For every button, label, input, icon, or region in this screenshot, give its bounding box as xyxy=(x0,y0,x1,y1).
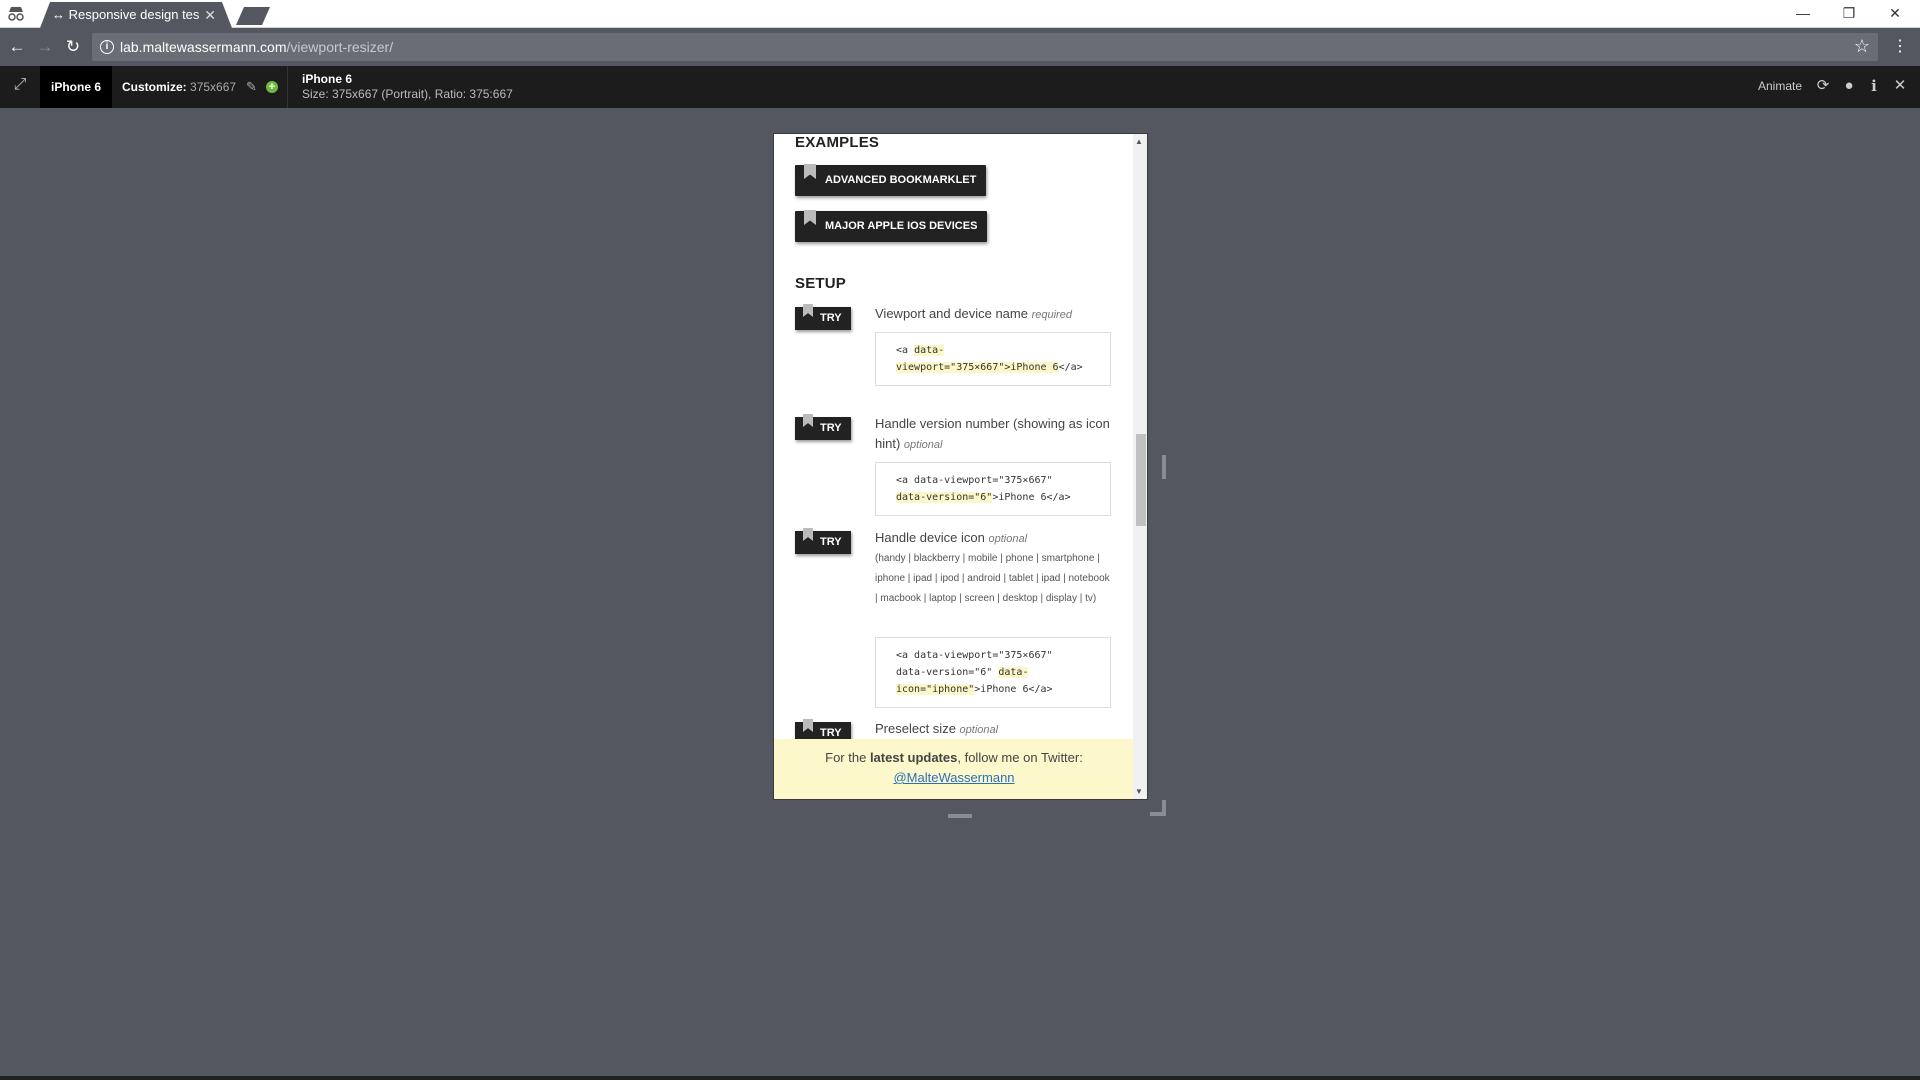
examples-heading: EXAMPLES xyxy=(795,134,880,151)
tab-strip: ↔ Responsive design tes ✕ — ❐ ✕ xyxy=(0,0,1920,28)
advanced-bookmarklet-button[interactable]: ADVANCED BOOKMARKLET xyxy=(795,164,987,196)
tab-title: ↔ Responsive design tes xyxy=(52,7,200,22)
row-title-preselect-size: Preselect size optional xyxy=(875,721,999,736)
bookmark-icon xyxy=(803,304,813,317)
try-button[interactable]: TRY xyxy=(795,414,851,440)
animate-toggle[interactable]: Animate xyxy=(1758,79,1802,93)
new-tab-button[interactable] xyxy=(236,7,270,25)
device-info-size: Size: 375x667 (Portrait), Ratio: 375:667 xyxy=(302,87,513,101)
device-button-iphone6[interactable]: iPhone 6 xyxy=(40,66,112,108)
icon-options-list: (handy | blackberry | mobile | phone | s… xyxy=(875,553,1110,604)
bookmark-star-icon[interactable]: ☆ xyxy=(1854,36,1870,57)
twitter-link[interactable]: @MalteWassermann xyxy=(893,770,1014,785)
tab-responsive-design[interactable]: ↔ Responsive design tes ✕ xyxy=(40,2,232,28)
url-text: lab.maltewassermann.com/viewport-resizer… xyxy=(120,39,394,55)
incognito-icon xyxy=(6,6,26,22)
rotate-icon[interactable]: ⟳ xyxy=(1813,76,1833,96)
pencil-icon[interactable]: ✎ xyxy=(246,66,257,108)
row-title-device-icon: Handle device icon optional xyxy=(875,530,1028,545)
minimize-button[interactable]: — xyxy=(1780,0,1826,28)
scrollbar-thumb[interactable] xyxy=(1136,434,1146,526)
code-sample: <a data-viewport="375×667">iPhone 6</a> xyxy=(875,332,1111,386)
customize-control[interactable]: Customize: 375x667 ✎ + xyxy=(112,66,288,108)
try-button[interactable]: TRY xyxy=(795,304,851,330)
twitter-text: For the latest updates, follow me on Twi… xyxy=(825,750,1083,765)
expand-icon[interactable]: ⤢ xyxy=(8,76,32,98)
device-info: iPhone 6 Size: 375x667 (Portrait), Ratio… xyxy=(302,72,513,101)
restore-button[interactable]: ❐ xyxy=(1826,0,1872,28)
add-icon[interactable]: + xyxy=(266,81,278,93)
reload-button[interactable]: ↻ xyxy=(62,36,84,58)
device-info-name: iPhone 6 xyxy=(302,72,353,86)
address-bar[interactable]: i lab.maltewassermann.com/viewport-resiz… xyxy=(92,33,1878,61)
info-icon[interactable]: i xyxy=(1864,76,1884,96)
resize-handle-right[interactable] xyxy=(1162,455,1166,479)
bookmark-icon xyxy=(804,210,816,225)
bookmark-icon xyxy=(803,414,813,427)
scroll-up-icon[interactable]: ▲ xyxy=(1135,137,1143,146)
tab-close-icon[interactable]: ✕ xyxy=(204,2,216,28)
menu-icon[interactable]: ⋮ xyxy=(1892,36,1908,56)
resizer-toolbar: ⤢ iPhone 6 Customize: 375x667 ✎ + iPhone… xyxy=(0,66,1920,108)
bookmark-icon xyxy=(804,164,816,179)
bookmark-icon xyxy=(803,528,813,541)
setup-heading: SETUP xyxy=(795,275,847,292)
bookmark-icon xyxy=(803,719,813,732)
row-title-viewport-name: Viewport and device name required xyxy=(875,306,1072,321)
info-icon[interactable]: i xyxy=(100,40,114,54)
code-sample: <a data-viewport="375×667" data-version="… xyxy=(875,462,1111,516)
row-title-version-number: Handle version number (showing as icon h… xyxy=(875,416,1110,451)
back-button[interactable]: ← xyxy=(6,36,28,58)
scrollbar[interactable]: ▲ ▼ xyxy=(1133,134,1147,799)
forward-button[interactable]: → xyxy=(34,36,56,58)
twitter-banner: For the latest updates, follow me on Twi… xyxy=(774,739,1134,799)
major-apple-ios-devices-button[interactable]: MAJOR APPLE IOS DEVICES xyxy=(795,210,988,242)
resize-handle-corner[interactable] xyxy=(1150,800,1166,816)
close-window-button[interactable]: ✕ xyxy=(1872,0,1918,28)
device-viewport: EXAMPLES ADVANCED BOOKMARKLET MAJOR APPL… xyxy=(773,133,1148,800)
drop-icon[interactable]: ● xyxy=(1839,76,1859,96)
customize-value: 375x667 xyxy=(190,80,237,94)
taskbar-edge xyxy=(0,1076,1920,1080)
customize-label: Customize: xyxy=(122,80,187,94)
code-sample: <a data-viewport="375×667" data-version="… xyxy=(875,637,1111,708)
resize-handle-bottom[interactable] xyxy=(948,814,972,818)
close-icon[interactable]: ✕ xyxy=(1890,76,1910,96)
try-button[interactable]: TRY xyxy=(795,528,851,554)
scroll-down-icon[interactable]: ▼ xyxy=(1135,787,1143,796)
browser-toolbar: ← → ↻ i lab.maltewassermann.com/viewport… xyxy=(0,28,1920,66)
